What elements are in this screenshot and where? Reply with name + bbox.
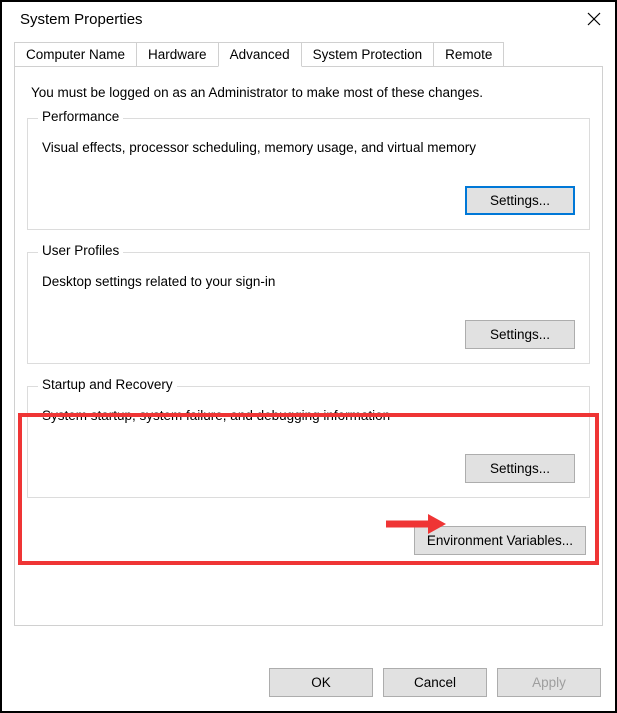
tab-system-protection[interactable]: System Protection	[301, 42, 435, 66]
group-performance-title: Performance	[38, 109, 123, 124]
tab-advanced[interactable]: Advanced	[218, 42, 302, 67]
close-button[interactable]	[585, 10, 603, 28]
group-performance: Performance Visual effects, processor sc…	[27, 118, 590, 230]
dialog-button-row: OK Cancel Apply	[269, 668, 601, 697]
titlebar: System Properties	[2, 2, 615, 42]
tab-content-advanced: You must be logged on as an Administrato…	[14, 66, 603, 626]
close-icon	[587, 12, 601, 26]
apply-button[interactable]: Apply	[497, 668, 601, 697]
tab-strip: Computer Name Hardware Advanced System P…	[2, 42, 615, 66]
group-startup-recovery-desc: System startup, system failure, and debu…	[42, 407, 575, 426]
tab-computer-name[interactable]: Computer Name	[14, 42, 137, 66]
group-performance-desc: Visual effects, processor scheduling, me…	[42, 139, 575, 158]
ok-button[interactable]: OK	[269, 668, 373, 697]
group-user-profiles-title: User Profiles	[38, 243, 123, 258]
tab-remote[interactable]: Remote	[433, 42, 504, 66]
group-startup-recovery: Startup and Recovery System startup, sys…	[27, 386, 590, 498]
performance-settings-button[interactable]: Settings...	[465, 186, 575, 215]
startup-recovery-settings-button[interactable]: Settings...	[465, 454, 575, 483]
group-startup-recovery-title: Startup and Recovery	[38, 377, 177, 392]
window-title: System Properties	[20, 11, 143, 28]
intro-text: You must be logged on as an Administrato…	[27, 85, 590, 100]
group-user-profiles: User Profiles Desktop settings related t…	[27, 252, 590, 364]
user-profiles-settings-button[interactable]: Settings...	[465, 320, 575, 349]
group-user-profiles-desc: Desktop settings related to your sign-in	[42, 273, 575, 292]
environment-variables-button[interactable]: Environment Variables...	[414, 526, 586, 555]
cancel-button[interactable]: Cancel	[383, 668, 487, 697]
tab-hardware[interactable]: Hardware	[136, 42, 219, 66]
